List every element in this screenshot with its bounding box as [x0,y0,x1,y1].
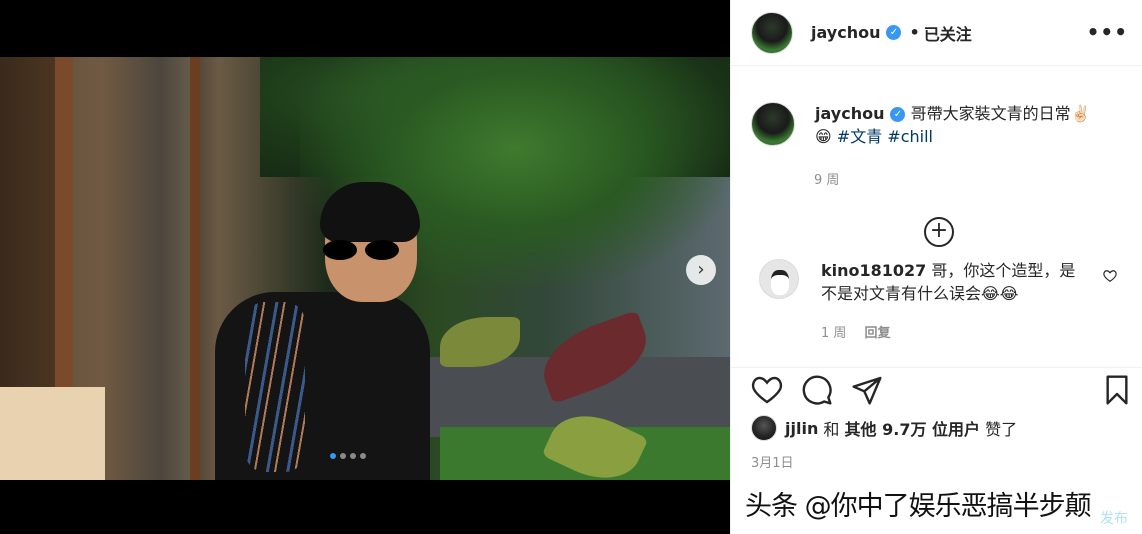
save-bookmark-icon[interactable] [1101,374,1133,406]
caption-avatar[interactable] [751,102,795,146]
carousel-dot [350,453,356,459]
post-media-pane: › [0,0,730,534]
photo-table [0,387,105,480]
post-photo[interactable] [0,57,730,480]
hashtag-link[interactable]: #chill [887,127,933,146]
watermark-post-label: 发布 [1100,511,1128,527]
person-hat [320,182,420,242]
post-header: jaychou ✓ • 已关注 ••• [731,0,1142,66]
more-options-icon[interactable]: ••• [1087,20,1128,44]
author-username[interactable]: jaychou [811,23,880,42]
caption-username[interactable]: jaychou [815,104,884,123]
reply-button[interactable]: 回复 [865,326,891,341]
carousel-next-button[interactable]: › [686,255,716,285]
comment-bubble-icon[interactable] [801,374,833,406]
commenter-avatar[interactable] [759,259,799,299]
commenter-username[interactable]: kino181027 [821,261,926,280]
hashtag-link[interactable]: #文青 [837,127,882,146]
comment-like-heart-icon[interactable] [1103,269,1117,283]
liker-username[interactable]: jjlin [785,419,818,438]
watermark-text: 头条 @你中了娱乐恶搞半步颠 [745,491,1092,522]
share-send-icon[interactable] [851,374,883,406]
like-heart-icon[interactable] [751,374,783,406]
post-date: 3月1日 [751,456,794,471]
photo-person [215,152,430,480]
author-avatar[interactable] [751,11,793,54]
post-caption: jaychou ✓ 哥帶大家裝文青的日常✌🏻 😁 #文青 #chill [751,102,1135,148]
likes-suffix: 赞了 [985,420,1018,439]
liker-avatar[interactable] [751,415,777,441]
carousel-dot [340,453,346,459]
person-sunglasses [323,240,403,260]
likes-others-link[interactable]: 其他 9.7万 位用户 [845,416,981,440]
caption-timestamp: 9 周 [814,173,840,188]
caption-emoji: 😁 [815,127,832,146]
comment-text-block: kino181027 哥，你这个造型，是不是对文青有什么误会😂😂 [821,259,1091,305]
verified-badge-icon: ✓ [890,107,906,122]
caption-text-block: jaychou ✓ 哥帶大家裝文青的日常✌🏻 😁 #文青 #chill [815,102,1135,148]
carousel-dot-active [330,453,336,459]
post-sidebar: jaychou ✓ • 已关注 ••• jaychou ✓ 哥帶大家裝文青的日常✌… [730,0,1142,534]
comment-meta: 1 周 回复 [821,322,905,341]
likes-summary: jjlin 和 其他 9.7万 位用户 赞了 [751,415,1017,441]
post-actions-bar [731,367,1142,411]
comment-timestamp: 1 周 [821,326,847,341]
person-arm [245,302,305,472]
caption-text: 哥帶大家裝文青的日常✌🏻 [910,104,1091,123]
load-more-comments-button[interactable]: + [924,217,954,247]
comments-section: jaychou ✓ 哥帶大家裝文青的日常✌🏻 😁 #文青 #chill 9 周 +… [731,67,1142,367]
carousel-dot [360,453,366,459]
follow-status-button[interactable]: 已关注 [924,21,972,45]
carousel-dots [330,453,366,459]
header-separator: • [909,23,920,42]
verified-badge-icon: ✓ [886,25,902,40]
likes-and: 和 [823,420,840,439]
